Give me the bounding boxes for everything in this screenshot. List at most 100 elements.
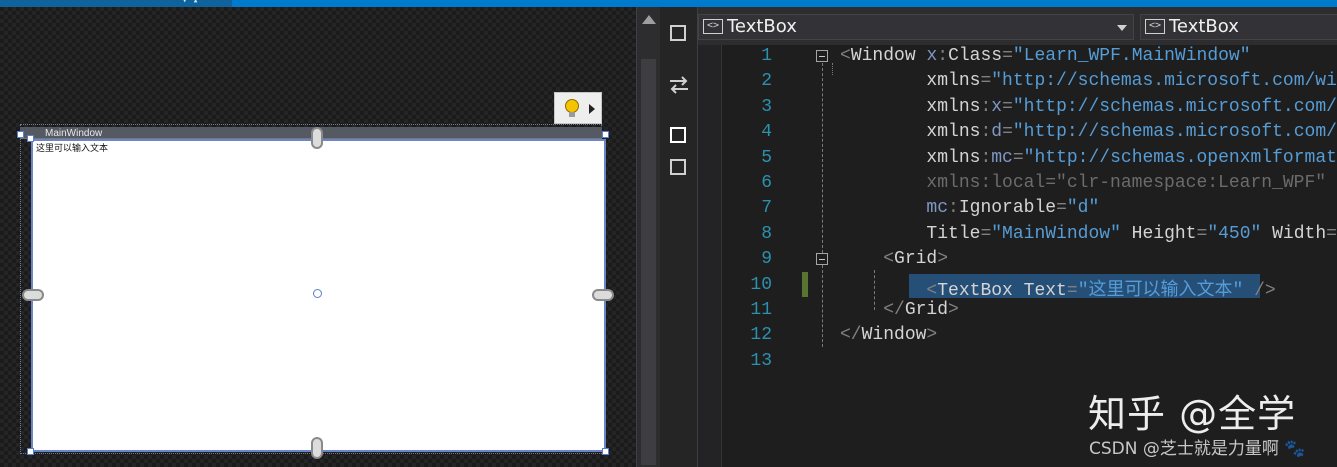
code-token: Window <box>861 325 927 346</box>
window-icon <box>670 25 686 41</box>
fold-toggle-window[interactable] <box>816 50 828 62</box>
code-token: = <box>1012 147 1024 168</box>
scroll-up-arrow-icon[interactable] <box>642 15 656 24</box>
expand-arrow-icon <box>589 104 595 114</box>
watermark-zhihu: 知乎 @全学 <box>1088 392 1297 436</box>
code-token: > <box>926 325 938 346</box>
editor-toolbar <box>660 7 698 467</box>
element-selector-label: TextBox <box>727 16 797 37</box>
tab-glyph-icon: ▾ ▴ <box>182 0 199 6</box>
code-token: Text <box>1023 280 1067 301</box>
margin-pin-top-icon[interactable] <box>311 127 323 149</box>
code-token: : <box>980 122 992 143</box>
swap-panes-button[interactable] <box>668 75 690 95</box>
resize-handle-inner-top-left[interactable] <box>27 135 34 142</box>
code-token: = <box>1002 122 1013 143</box>
code-token: < <box>840 46 851 66</box>
code-line[interactable]: xmlns:x="http://schemas.microsoft.com/wi… <box>840 97 1337 117</box>
element-selector-dropdown[interactable]: <> TextBox <box>698 14 1134 40</box>
code-token: "http://schemas.microsoft.com/winfx <box>1012 96 1337 117</box>
code-token: = <box>1066 280 1078 301</box>
code-token: "450" <box>1207 223 1262 244</box>
scroll-thumb[interactable] <box>641 59 656 465</box>
code-token: "http://schemas.microsoft.com/winfx/2 <box>991 71 1337 92</box>
code-token: "d" <box>1066 198 1100 219</box>
margin-pin-left-icon[interactable] <box>22 289 44 301</box>
window-title: MainWindow <box>45 128 103 139</box>
code-token: = <box>1326 223 1337 244</box>
code-token: = <box>980 223 992 244</box>
margin-pin-right-icon[interactable] <box>592 289 614 301</box>
lightbulb-icon <box>565 99 579 117</box>
code-token: Height <box>1120 223 1197 244</box>
code-token: "这里可以输入文本" <box>1077 280 1244 301</box>
pane-toggle-button[interactable] <box>668 23 690 43</box>
code-token: Grid <box>894 249 938 270</box>
code-line[interactable]: <TextBox Text="这里可以输入文本" /> <box>840 275 1275 301</box>
code-line[interactable]: </Window> <box>840 325 937 345</box>
code-token: xmlns <box>926 147 981 168</box>
code-token: xmlns <box>926 71 981 92</box>
code-token: xmlns:local="clr-namespace:Learn_WPF" <box>840 173 1327 193</box>
code-token: > <box>937 249 949 270</box>
code-token: > <box>948 300 959 320</box>
resize-handle-top-right[interactable] <box>602 131 609 138</box>
code-line[interactable]: Title="MainWindow" Height="450" Width="8… <box>840 224 1337 244</box>
chevron-down-icon <box>1117 25 1127 31</box>
code-line[interactable]: xmlns:d="http://schemas.microsoft.com/ex… <box>840 122 1337 142</box>
code-token: TextBox <box>937 280 1024 301</box>
xaml-view-button[interactable] <box>668 125 690 145</box>
designer-scrollbar[interactable] <box>636 7 660 467</box>
code-token: = <box>1002 96 1013 117</box>
active-document-tab[interactable]: ▾ ▴ <box>0 0 232 7</box>
code-token: = <box>1196 223 1208 244</box>
fold-guide <box>822 265 823 347</box>
code-line[interactable]: xmlns:mc="http://schemas.openxmlformats.… <box>840 148 1337 168</box>
design-view-button[interactable] <box>668 157 690 177</box>
line-number: 11 <box>750 300 772 320</box>
code-token: Grid <box>904 300 949 320</box>
line-number: 13 <box>750 350 772 371</box>
center-point[interactable] <box>313 289 322 298</box>
line-number: 4 <box>761 122 772 143</box>
code-token: : <box>937 46 949 66</box>
code-token: mc <box>926 198 949 219</box>
member-selector-dropdown[interactable]: <> TextBox <box>1140 14 1337 40</box>
fold-toggle-grid[interactable] <box>816 253 828 265</box>
quick-actions-button[interactable] <box>554 92 602 124</box>
code-line[interactable]: <Window x:Class="Learn_WPF.MainWindow" <box>840 46 1251 66</box>
code-token: xmlns <box>926 96 981 117</box>
code-line[interactable]: <Grid> <box>840 249 948 269</box>
resize-handle-bottom-right[interactable] <box>602 448 609 455</box>
code-icon <box>670 127 686 143</box>
code-token: </ <box>883 300 905 320</box>
code-token: "Learn_WPF.MainWindow" <box>1012 46 1251 66</box>
resize-handle-bottom-left[interactable] <box>27 448 34 455</box>
code-token: "http://schemas.openxmlformats.org <box>1023 147 1337 168</box>
element-icon: <> <box>1145 19 1165 34</box>
code-token: Class <box>948 46 1003 66</box>
code-token: mc <box>991 147 1013 168</box>
code-token: xmlns <box>926 122 981 143</box>
margin-pin-bottom-icon[interactable] <box>311 437 323 459</box>
line-number: 9 <box>761 249 772 270</box>
editor-gutter <box>698 45 722 467</box>
code-line[interactable]: xmlns="http://schemas.microsoft.com/winf… <box>840 71 1337 91</box>
line-number: 10 <box>750 274 772 295</box>
code-line[interactable]: xmlns:local="clr-namespace:Learn_WPF" <box>840 173 1326 193</box>
resize-handle-top-left[interactable] <box>17 131 24 138</box>
line-number: 1 <box>761 46 772 66</box>
textbox-text: 这里可以输入文本 <box>36 144 109 154</box>
code-line[interactable]: </Grid> <box>840 300 959 320</box>
line-number: 3 <box>761 96 772 117</box>
line-number: 5 <box>761 147 772 168</box>
element-icon: <> <box>703 19 723 34</box>
code-line[interactable]: mc:Ignorable="d" <box>840 198 1099 218</box>
code-token: Title <box>926 223 981 244</box>
